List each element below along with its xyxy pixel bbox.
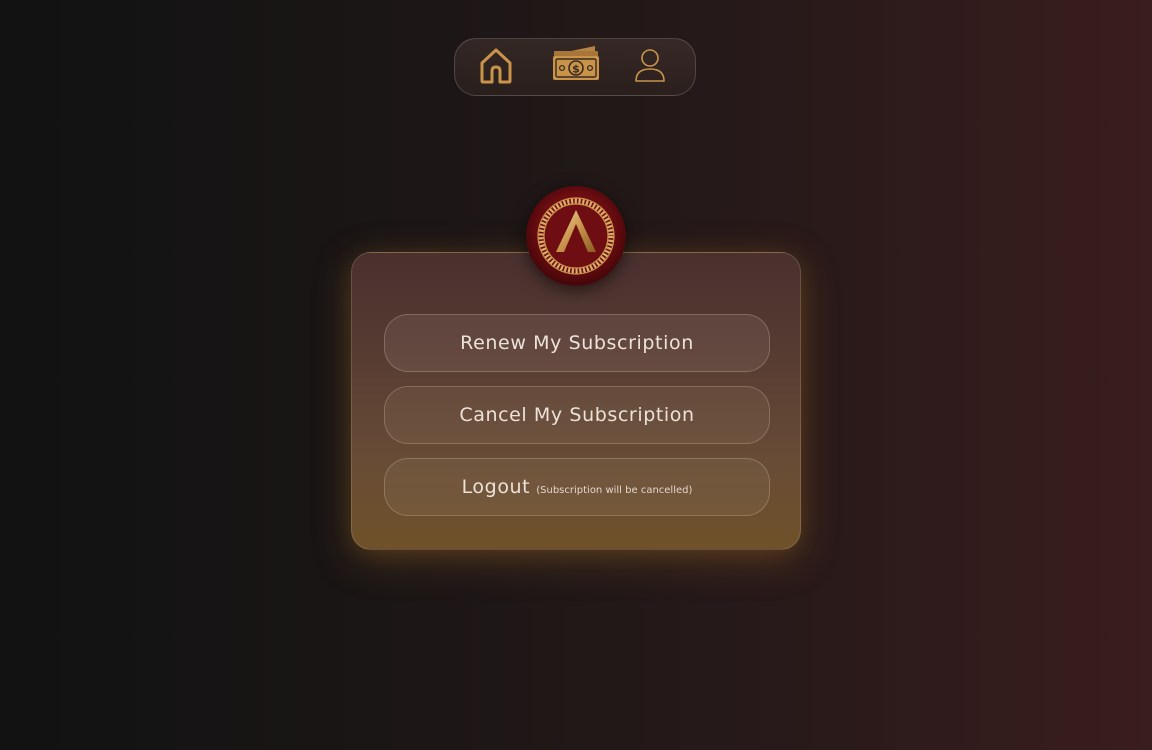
subscription-card: Renew My Subscription Cancel My Subscrip…	[351, 252, 801, 550]
logout-note: (Subscription will be cancelled)	[536, 484, 693, 496]
top-nav: $	[454, 38, 696, 96]
logout-button[interactable]: Logout (Subscription will be cancelled)	[384, 458, 770, 516]
profile-icon[interactable]	[633, 47, 667, 85]
svg-text:$: $	[572, 63, 580, 76]
renew-subscription-button[interactable]: Renew My Subscription	[384, 314, 770, 372]
renew-subscription-label: Renew My Subscription	[460, 332, 694, 354]
logout-label: Logout	[461, 476, 531, 498]
money-icon[interactable]: $	[551, 45, 601, 85]
cancel-subscription-button[interactable]: Cancel My Subscription	[384, 386, 770, 444]
cancel-subscription-label: Cancel My Subscription	[459, 404, 695, 426]
home-icon[interactable]	[479, 47, 513, 85]
spartan-lambda-emblem-icon	[526, 186, 626, 286]
